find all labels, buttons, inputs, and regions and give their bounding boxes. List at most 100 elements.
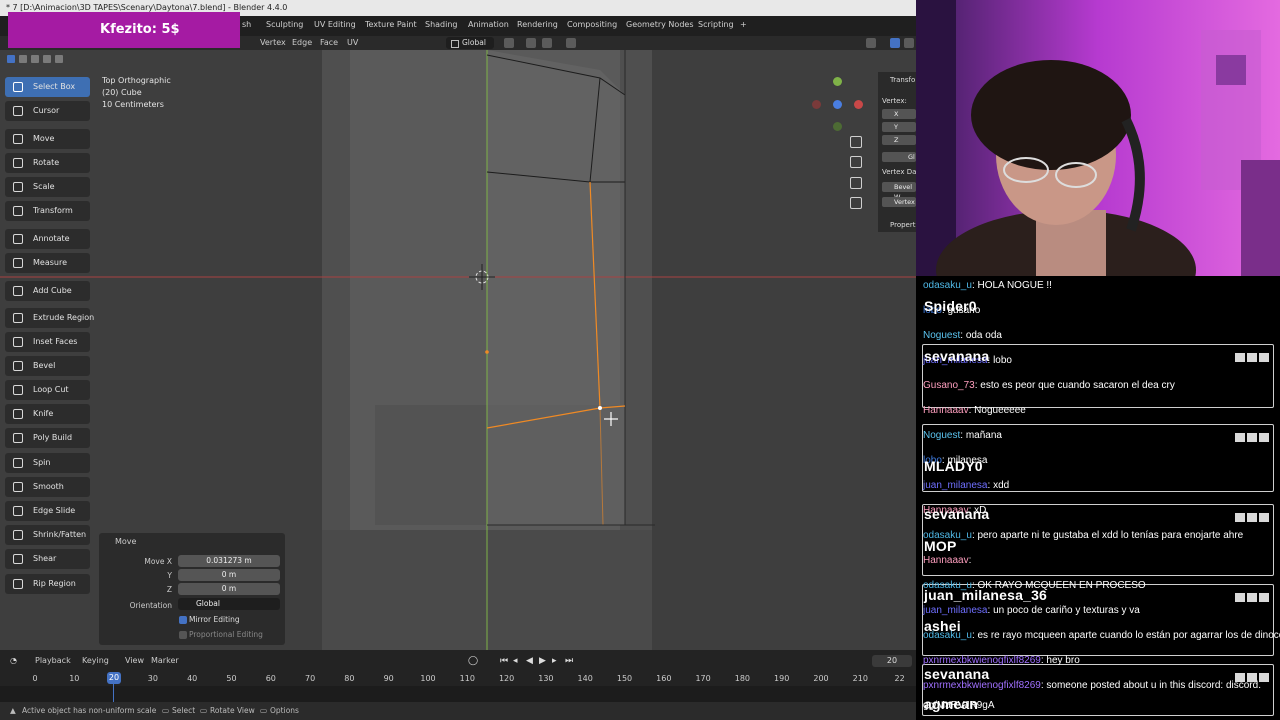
vertex-y-field[interactable]: Y (882, 122, 916, 132)
orientation-dropdown[interactable]: Global (178, 598, 280, 610)
tool-select-box[interactable]: Select Box (5, 77, 90, 97)
close-icon[interactable] (1259, 513, 1269, 522)
chat-username[interactable]: Noguest (923, 430, 960, 441)
chat-username[interactable]: Noguest (923, 330, 960, 341)
next-key-icon[interactable]: ▸ (552, 656, 557, 666)
close-icon[interactable] (1259, 433, 1269, 442)
maximize-icon[interactable] (1247, 593, 1257, 602)
vertex-z-field[interactable]: Z (882, 135, 916, 145)
proportional-editing-checkbox[interactable] (179, 631, 187, 639)
tool-shear[interactable]: Shear (5, 549, 90, 569)
tool-cursor[interactable]: Cursor (5, 101, 90, 121)
overlay-icon[interactable] (890, 38, 900, 48)
current-frame-field[interactable]: 20 (872, 655, 912, 667)
transform-orientation-dropdown[interactable]: Global (446, 37, 494, 49)
editor-type-icon[interactable]: ◔ (10, 656, 17, 665)
tool-smooth[interactable]: Smooth (5, 477, 90, 497)
chat-username[interactable]: Gusano_73 (923, 380, 975, 391)
jump-start-icon[interactable]: ⏮ (500, 656, 508, 666)
menu-uv[interactable]: UV (347, 38, 358, 47)
tool-bevel[interactable]: Bevel (5, 356, 90, 376)
add-workspace-button[interactable]: + (740, 20, 747, 29)
tool-edge-slide[interactable]: Edge Slide (5, 501, 90, 521)
tool-shrink-fatten[interactable]: Shrink/Fatten (5, 525, 90, 545)
visibility-icon[interactable] (866, 38, 876, 48)
minimize-icon[interactable] (1235, 593, 1245, 602)
menu-view[interactable]: View (125, 656, 144, 665)
record-icon[interactable]: ◯ (468, 656, 478, 666)
chat-username[interactable]: juan_milanesa (923, 605, 988, 616)
tool-knife[interactable]: Knife (5, 404, 90, 424)
gizmo-neg-y-icon[interactable] (833, 122, 842, 131)
properties-section[interactable]: Propert (890, 221, 915, 229)
maximize-icon[interactable] (1247, 513, 1257, 522)
minimize-icon[interactable] (1235, 513, 1245, 522)
mirror-editing-checkbox[interactable] (179, 616, 187, 624)
play-icon[interactable]: ▶ (539, 656, 546, 666)
tab-uv-editing[interactable]: UV Editing (314, 20, 356, 29)
tab-rendering[interactable]: Rendering (517, 20, 558, 29)
maximize-icon[interactable] (1247, 433, 1257, 442)
transform-tab[interactable]: Transfo (890, 76, 915, 84)
gizmo-x-icon[interactable] (854, 100, 863, 109)
tool-move[interactable]: Move (5, 129, 90, 149)
tab-sh[interactable]: sh (242, 20, 251, 29)
minimize-icon[interactable] (1235, 353, 1245, 362)
operator-title[interactable]: Move (115, 537, 136, 546)
xray-icon[interactable] (904, 38, 914, 48)
prev-key-icon[interactable]: ◂ (513, 656, 518, 666)
minimize-icon[interactable] (1235, 433, 1245, 442)
playhead-frame-label[interactable]: 20 (107, 672, 121, 684)
tool-transform[interactable]: Transform (5, 201, 90, 221)
move-z-field[interactable]: 0 m (178, 583, 280, 595)
move-y-field[interactable]: 0 m (178, 569, 280, 581)
chat-username[interactable]: juan_milanesa (923, 480, 988, 491)
close-icon[interactable] (1259, 353, 1269, 362)
menu-keying[interactable]: Keying (82, 656, 109, 665)
tool-scale[interactable]: Scale (5, 177, 90, 197)
chat-username[interactable]: Hannaaav (923, 555, 969, 566)
tab-compositing[interactable]: Compositing (567, 20, 617, 29)
tool-extrude[interactable]: Extrude Region (5, 308, 94, 328)
tab-scripting[interactable]: Scripting (698, 20, 734, 29)
tab-geometry-nodes[interactable]: Geometry Nodes (626, 20, 693, 29)
tool-rotate[interactable]: Rotate (5, 153, 90, 173)
chat-username[interactable]: odasaku_u (923, 280, 972, 291)
menu-playback[interactable]: Playback (35, 656, 71, 665)
mode-option-icon[interactable] (43, 55, 51, 63)
tool-annotate[interactable]: Annotate (5, 229, 90, 249)
edge-mode-icon[interactable] (19, 55, 27, 63)
vertex-mode-icon[interactable] (7, 55, 15, 63)
tool-measure[interactable]: Measure (5, 253, 90, 273)
chat-username[interactable]: Hannaaav (923, 405, 969, 416)
menu-marker[interactable]: Marker (151, 656, 179, 665)
jump-end-icon[interactable]: ⏭ (565, 656, 573, 666)
tool-inset[interactable]: Inset Faces (5, 332, 90, 352)
tool-poly-build[interactable]: Poly Build (5, 428, 90, 448)
gizmo-neg-x-icon[interactable] (812, 100, 821, 109)
mode-option-icon[interactable] (55, 55, 63, 63)
menu-vertex[interactable]: Vertex (260, 38, 286, 47)
snap-target-icon[interactable] (542, 38, 552, 48)
chat-username[interactable]: pxnrmexbkwienogfixlf8269 (923, 655, 1041, 666)
move-x-field[interactable]: 0.031273 m (178, 555, 280, 567)
tool-loop-cut[interactable]: Loop Cut (5, 380, 90, 400)
tool-rip[interactable]: Rip Region (5, 574, 90, 594)
camera-icon[interactable] (850, 177, 862, 189)
gizmo-z-icon[interactable] (833, 100, 842, 109)
frame-ruler[interactable]: 0 10 20 30 40 50 60 70 80 90 100 110 120 130 140 150 160… (0, 672, 916, 686)
menu-face[interactable]: Face (320, 38, 338, 47)
snap-icon[interactable] (526, 38, 536, 48)
menu-edge[interactable]: Edge (292, 38, 312, 47)
pan-icon[interactable] (850, 156, 862, 168)
vertex-crease-field[interactable]: Vertex (882, 197, 916, 207)
vertex-x-field[interactable]: X (882, 109, 916, 119)
play-reverse-icon[interactable]: ◀ (526, 656, 533, 666)
grid-view-icon[interactable] (850, 197, 862, 209)
tab-animation[interactable]: Animation (468, 20, 509, 29)
tool-add-cube[interactable]: Add Cube (5, 281, 90, 301)
close-icon[interactable] (1259, 593, 1269, 602)
pivot-icon[interactable] (504, 38, 514, 48)
global-button[interactable]: Gl (882, 152, 916, 162)
tab-texture-paint[interactable]: Texture Paint (365, 20, 417, 29)
